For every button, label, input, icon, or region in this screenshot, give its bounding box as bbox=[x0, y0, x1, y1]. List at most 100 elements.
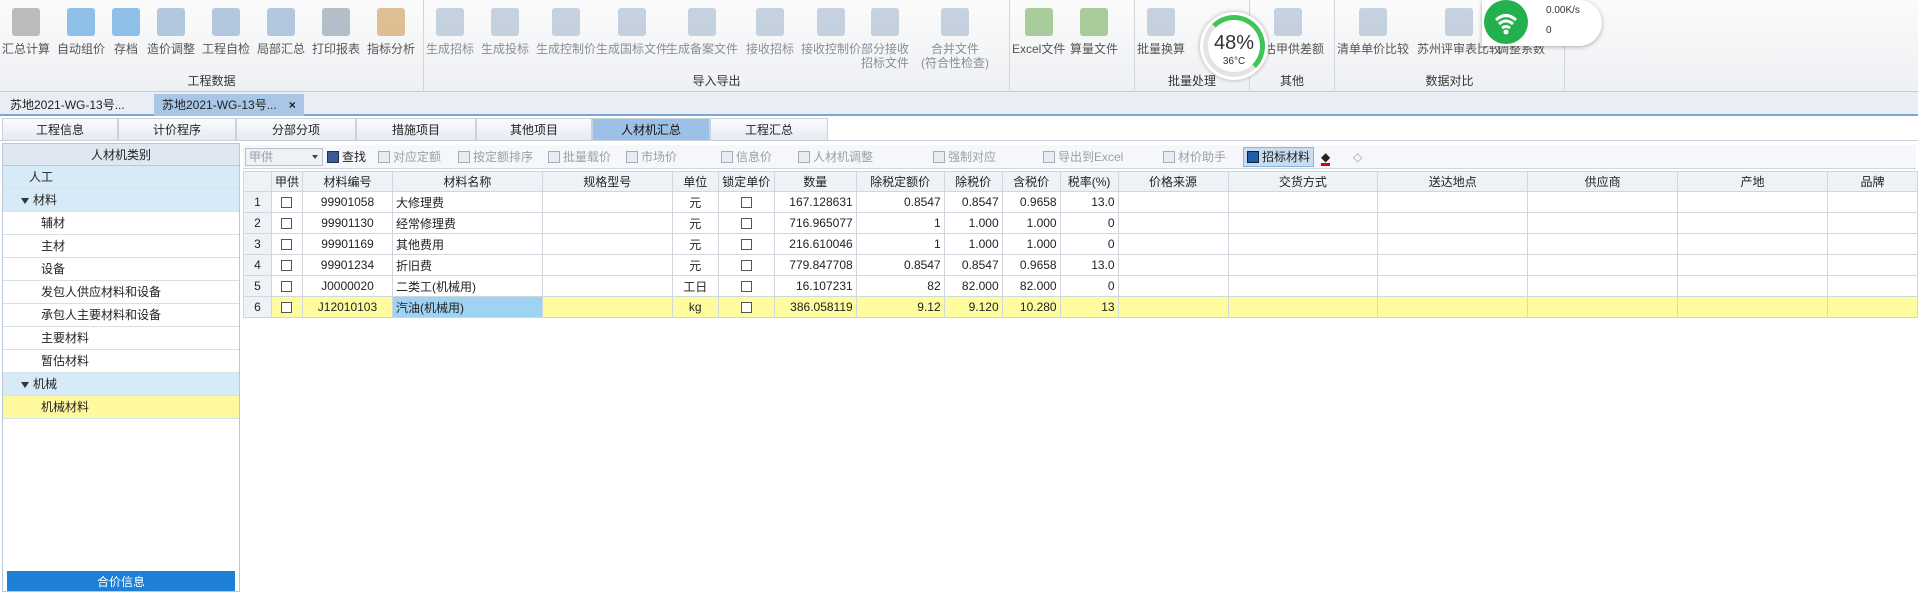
table-row[interactable]: 5 J0000020 二类工(机械用) 工日 16.107231 82 82.000 82.0… bbox=[243, 275, 1918, 297]
ribbon-button[interactable]: 算量文件 bbox=[1070, 4, 1118, 56]
price-cell[interactable]: 1.000 bbox=[943, 233, 1003, 255]
helper-button[interactable]: 材价助手 bbox=[1163, 149, 1226, 166]
brand-cell[interactable] bbox=[1826, 275, 1918, 297]
price-source-cell[interactable] bbox=[1117, 296, 1229, 318]
ribbon-button[interactable]: 批量换算 bbox=[1137, 4, 1185, 56]
unit-cell[interactable]: kg bbox=[671, 296, 719, 318]
tax-rate-cell[interactable]: 13.0 bbox=[1059, 191, 1119, 213]
supply-checkbox[interactable] bbox=[281, 260, 293, 272]
origin-cell[interactable] bbox=[1677, 233, 1828, 255]
tree-item[interactable]: 主材 bbox=[3, 235, 239, 258]
ribbon-button[interactable]: 工程自检 bbox=[202, 4, 250, 56]
table-row[interactable]: 1 99901058 大修理费元 167.128631 0.8547 0.8547 0.96… bbox=[243, 191, 1918, 213]
fill-color-icon[interactable]: ◆ bbox=[1321, 149, 1331, 166]
ribbon-button[interactable]: 清单单价比较 bbox=[1337, 4, 1409, 56]
tax-price-cell[interactable]: 0.9658 bbox=[1001, 191, 1061, 213]
column-header[interactable]: 除税定额价 bbox=[855, 171, 945, 192]
ribbon-button[interactable]: 生成投标 bbox=[481, 4, 529, 56]
delivery-method-cell[interactable] bbox=[1227, 233, 1379, 255]
supply-checkbox[interactable] bbox=[281, 281, 293, 293]
code-cell[interactable]: 99901058 bbox=[301, 191, 393, 213]
price-cell[interactable]: 82.000 bbox=[943, 275, 1003, 297]
supply-filter-select[interactable]: 甲供 bbox=[245, 148, 323, 166]
delivery-method-cell[interactable] bbox=[1227, 296, 1379, 318]
tax-rate-cell[interactable]: 0 bbox=[1059, 233, 1119, 255]
price-cell[interactable]: 9.120 bbox=[943, 296, 1003, 318]
price-cell[interactable]: 0.8547 bbox=[943, 191, 1003, 213]
lock-price-cell[interactable] bbox=[717, 233, 775, 255]
tree-item[interactable]: 承包人主要材料和设备 bbox=[3, 304, 239, 327]
expand-icon[interactable] bbox=[21, 197, 29, 204]
column-header[interactable] bbox=[243, 171, 272, 192]
column-header[interactable]: 除税价 bbox=[943, 171, 1003, 192]
delivery-method-cell[interactable] bbox=[1227, 254, 1379, 276]
ribbon-button[interactable]: Excel文件 bbox=[1012, 4, 1065, 56]
origin-cell[interactable] bbox=[1677, 212, 1828, 234]
adjust-button[interactable]: 人材机调整 bbox=[798, 149, 873, 166]
tree-item[interactable]: 主要材料 bbox=[3, 327, 239, 350]
ribbon-button[interactable]: 指标分析 bbox=[367, 4, 415, 56]
tax-price-cell[interactable]: 82.000 bbox=[1001, 275, 1061, 297]
column-header[interactable]: 材料编号 bbox=[301, 171, 393, 192]
lock-price-cell[interactable] bbox=[717, 191, 775, 213]
quantity-cell[interactable]: 216.610046 bbox=[773, 233, 857, 255]
batch-button[interactable]: 批量载价 bbox=[548, 149, 611, 166]
tax-price-cell[interactable]: 0.9658 bbox=[1001, 254, 1061, 276]
tax-rate-cell[interactable]: 0 bbox=[1059, 275, 1119, 297]
ribbon-button[interactable]: 生成备案文件 bbox=[666, 4, 738, 56]
base-price-cell[interactable]: 0.8547 bbox=[855, 191, 945, 213]
total-price-info-button[interactable]: 合价信息 bbox=[7, 571, 235, 591]
quantity-cell[interactable]: 386.058119 bbox=[773, 296, 857, 318]
brand-cell[interactable] bbox=[1826, 191, 1918, 213]
delivery-method-cell[interactable] bbox=[1227, 212, 1379, 234]
price-cell[interactable]: 1.000 bbox=[943, 212, 1003, 234]
column-header[interactable]: 规格型号 bbox=[541, 171, 673, 192]
brand-cell[interactable] bbox=[1826, 296, 1918, 318]
table-row[interactable]: 6 J12010103 汽油(机械用) kg 386.058119 9.12 9.120 10… bbox=[243, 296, 1918, 318]
price-source-cell[interactable] bbox=[1117, 275, 1229, 297]
column-header[interactable]: 供应商 bbox=[1527, 171, 1679, 192]
supplier-cell[interactable] bbox=[1527, 296, 1679, 318]
ribbon-button[interactable]: 生成国标文件 bbox=[596, 4, 668, 56]
quantity-cell[interactable]: 779.847708 bbox=[773, 254, 857, 276]
lock-price-checkbox[interactable] bbox=[740, 197, 752, 209]
delivery-method-cell[interactable] bbox=[1227, 191, 1379, 213]
column-header[interactable]: 甲供 bbox=[270, 171, 303, 192]
delivery-location-cell[interactable] bbox=[1377, 233, 1529, 255]
supply-checkbox[interactable] bbox=[281, 239, 293, 251]
ribbon-button[interactable]: 生成控制价 bbox=[536, 4, 596, 56]
supplier-cell[interactable] bbox=[1527, 212, 1679, 234]
tax-price-cell[interactable]: 1.000 bbox=[1001, 233, 1061, 255]
link-button[interactable]: 对应定额 bbox=[378, 149, 441, 166]
price-source-cell[interactable] bbox=[1117, 212, 1229, 234]
column-header[interactable]: 税率(%) bbox=[1059, 171, 1119, 192]
module-tab[interactable]: 工程汇总 bbox=[710, 118, 828, 141]
tax-price-cell[interactable]: 10.280 bbox=[1001, 296, 1061, 318]
supply-checkbox[interactable] bbox=[281, 218, 293, 230]
force-button[interactable]: 强制对应 bbox=[933, 149, 996, 166]
ribbon-button[interactable]: 造价调整 bbox=[147, 4, 195, 56]
find-button[interactable]: 查找 bbox=[327, 149, 366, 166]
ribbon-button[interactable]: 打印报表 bbox=[312, 4, 360, 56]
expand-icon[interactable] bbox=[21, 381, 29, 388]
lock-price-checkbox[interactable] bbox=[740, 218, 752, 230]
price-source-cell[interactable] bbox=[1117, 254, 1229, 276]
delivery-method-cell[interactable] bbox=[1227, 275, 1379, 297]
spec-cell[interactable] bbox=[541, 191, 673, 213]
delivery-location-cell[interactable] bbox=[1377, 191, 1529, 213]
column-header[interactable]: 材料名称 bbox=[391, 171, 543, 192]
market-button[interactable]: 市场价 bbox=[626, 149, 677, 166]
name-cell[interactable]: 经常修理费 bbox=[391, 212, 543, 234]
module-tab[interactable]: 工程信息 bbox=[2, 118, 118, 141]
name-cell[interactable]: 二类工(机械用) bbox=[391, 275, 543, 297]
unit-cell[interactable]: 元 bbox=[671, 254, 719, 276]
price-source-cell[interactable] bbox=[1117, 191, 1229, 213]
tree-item[interactable]: 辅材 bbox=[3, 212, 239, 235]
spec-cell[interactable] bbox=[541, 212, 673, 234]
origin-cell[interactable] bbox=[1677, 191, 1828, 213]
delivery-location-cell[interactable] bbox=[1377, 275, 1529, 297]
ribbon-button[interactable]: 接收招标 bbox=[746, 4, 794, 56]
ribbon-button[interactable]: 接收控制价 bbox=[801, 4, 861, 56]
price-source-cell[interactable] bbox=[1117, 233, 1229, 255]
tree-item[interactable]: 机械 bbox=[3, 373, 239, 396]
